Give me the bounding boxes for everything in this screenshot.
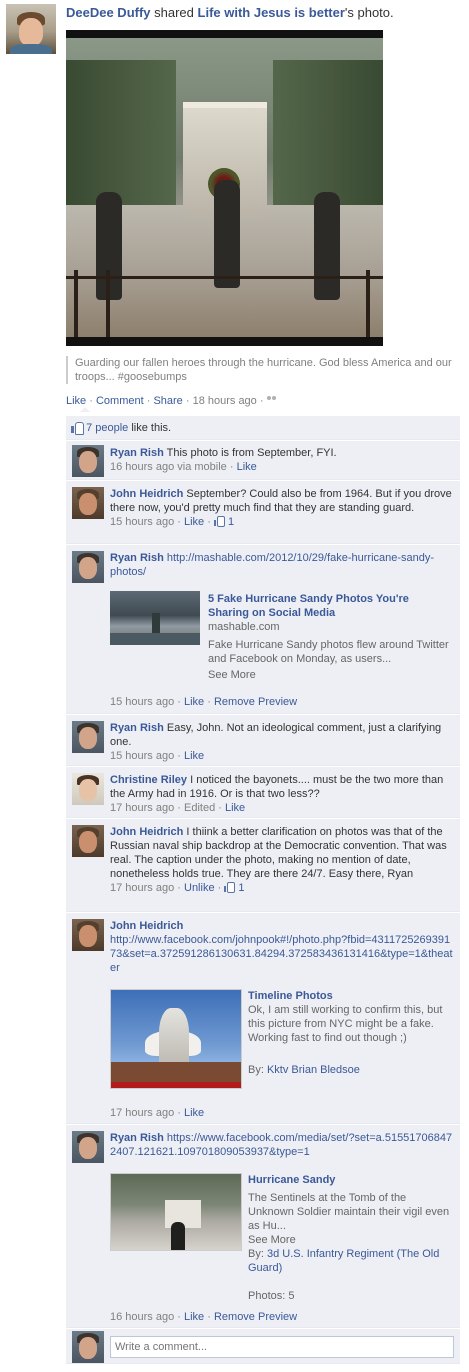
see-more-link[interactable]: See More (248, 1233, 296, 1247)
commenter-avatar[interactable] (72, 919, 104, 951)
story-timestamp[interactable]: 18 hours ago (193, 395, 257, 407)
comment-story-link[interactable]: Comment (96, 395, 144, 407)
comment-link[interactable]: http://www.facebook.com/johnpook#!/photo… (110, 934, 453, 974)
comment-like-count-icon (213, 516, 225, 527)
link-preview-domain: mashable.com (208, 621, 280, 633)
commenter-avatar[interactable] (72, 445, 104, 477)
photo-preview-description: Ok, I am still working to confirm this, … (248, 1004, 443, 1044)
comment-like-count[interactable]: 1 (228, 516, 234, 528)
comment-unlike-link[interactable]: Unlike (184, 882, 215, 894)
comment-item: John Heidrich http://www.facebook.com/jo… (66, 912, 460, 1124)
album-photo-count: Photos: 5 (248, 1290, 295, 1302)
commenter-avatar[interactable] (72, 825, 104, 857)
commenter-avatar[interactable] (72, 551, 104, 583)
comment-like-link[interactable]: Like (225, 802, 245, 814)
headline-verb: shared (150, 5, 198, 20)
comment-author[interactable]: John Heidrich (110, 920, 183, 932)
remove-preview-link[interactable]: Remove Preview (214, 696, 297, 708)
comment-time[interactable]: 15 hours ago (110, 750, 174, 762)
photo-preview-author-link[interactable]: Kktv Brian Bledsoe (267, 1064, 360, 1076)
comment-author[interactable]: Ryan Rish (110, 722, 164, 734)
story-actions: Like · Comment · Share · 18 hours ago · (66, 395, 277, 407)
comment-item: Ryan Rish https://www.facebook.com/media… (66, 1124, 460, 1328)
comment-author[interactable]: Ryan Rish (110, 447, 164, 459)
shared-page-link[interactable]: Life with Jesus is better (198, 5, 345, 20)
story-headline: DeeDee Duffy shared Life with Jesus is b… (66, 5, 394, 20)
comment-item: Christine Riley I noticed the bayonets..… (66, 766, 460, 818)
album-preview-title[interactable]: Hurricane Sandy (248, 1173, 454, 1187)
likers-link[interactable]: 7 people (86, 422, 128, 434)
comment-like-link[interactable]: Like (184, 1311, 204, 1323)
comment-like-link[interactable]: Like (237, 461, 257, 473)
link-preview-image[interactable] (110, 591, 200, 645)
commenter-avatar[interactable] (72, 721, 104, 753)
link-preview-description: Fake Hurricane Sandy photos flew around … (208, 639, 449, 665)
comment-time[interactable]: 16 hours ago via mobile (110, 461, 227, 473)
comment-time[interactable]: 17 hours ago (110, 802, 174, 814)
comment-time[interactable]: 17 hours ago (110, 882, 174, 894)
comment-like-link[interactable]: Like (184, 1107, 204, 1119)
commenter-avatar[interactable] (72, 773, 104, 805)
comment-like-link[interactable]: Like (184, 696, 204, 708)
comment-like-count-icon (224, 882, 236, 893)
album-preview-description: The Sentinels at the Tomb of the Unknown… (248, 1192, 450, 1232)
album-preview-author-link[interactable]: 3d U.S. Infantry Regiment (The Old Guard… (248, 1248, 439, 1274)
friends-privacy-icon[interactable] (266, 396, 277, 405)
viewer-avatar (72, 1331, 104, 1363)
shared-photo[interactable] (66, 30, 383, 346)
commenter-avatar[interactable] (72, 487, 104, 519)
comment-time[interactable]: 16 hours ago (110, 1311, 174, 1323)
comment-author[interactable]: John Heidrich (110, 826, 183, 838)
comment-time[interactable]: 15 hours ago (110, 696, 174, 708)
comment-like-count[interactable]: 1 (238, 882, 244, 894)
like-story-link[interactable]: Like (66, 395, 86, 407)
comment-time[interactable]: 17 hours ago (110, 1107, 174, 1119)
actor-avatar[interactable] (6, 4, 56, 54)
comment-like-link[interactable]: Like (184, 750, 204, 762)
commenter-avatar[interactable] (72, 1131, 104, 1163)
likes-row: 7 people like this. (66, 416, 460, 440)
comment-author[interactable]: John Heidrich (110, 488, 183, 500)
comment-item: Ryan Rish http://mashable.com/2012/10/29… (66, 544, 460, 714)
comment-time[interactable]: 15 hours ago (110, 516, 174, 528)
comment-item: John Heidrich I thiink a better clarific… (66, 818, 460, 912)
comment-item: Ryan Rish This photo is from September, … (66, 440, 460, 480)
actor-link[interactable]: DeeDee Duffy (66, 5, 151, 20)
comments-section: 7 people like this. Ryan Rish This photo… (66, 407, 460, 1364)
comment-item: John Heidrich September? Could also be f… (66, 480, 460, 544)
headline-suffix: 's photo. (344, 5, 394, 20)
write-comment-input[interactable] (110, 1336, 454, 1358)
photo-caption: Guarding our fallen heroes through the h… (66, 356, 462, 384)
album-preview-byline: By: 3d U.S. Infantry Regiment (The Old G… (248, 1248, 440, 1274)
comment-author[interactable]: Ryan Rish (110, 1132, 164, 1144)
photo-preview-title[interactable]: Timeline Photos (248, 989, 454, 1003)
see-more-link[interactable]: See More (208, 668, 256, 682)
edited-label[interactable]: Edited (184, 802, 215, 814)
comment-item: Ryan Rish Easy, John. Not an ideological… (66, 714, 460, 766)
comment-like-link[interactable]: Like (184, 516, 204, 528)
like-thumb-icon (71, 422, 84, 435)
photo-preview-image[interactable] (110, 989, 242, 1089)
photo-preview-byline: By: Kktv Brian Bledsoe (248, 1064, 360, 1076)
share-story-link[interactable]: Share (153, 395, 182, 407)
comment-author[interactable]: Ryan Rish (110, 552, 164, 564)
comment-text: This photo is from September, FYI. (166, 447, 337, 459)
comment-composer (66, 1328, 460, 1364)
remove-preview-link[interactable]: Remove Preview (214, 1311, 297, 1323)
album-preview-image[interactable] (110, 1173, 242, 1251)
comment-author[interactable]: Christine Riley (110, 774, 187, 786)
link-preview-title[interactable]: 5 Fake Hurricane Sandy Photos You're Sha… (208, 592, 452, 620)
